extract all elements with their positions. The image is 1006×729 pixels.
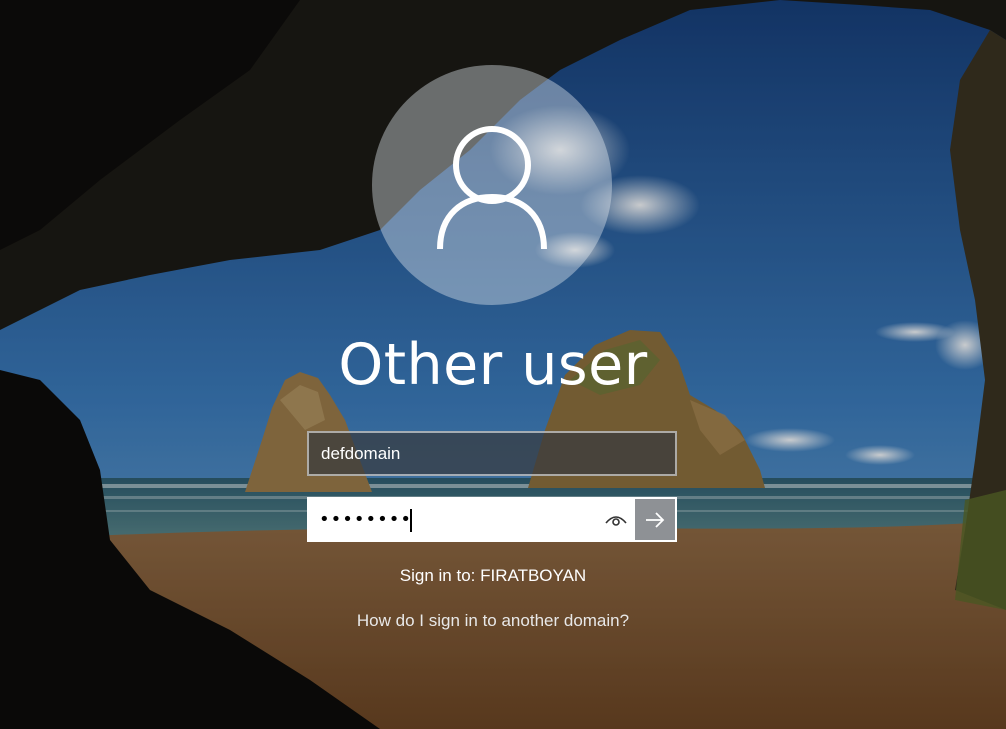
account-name-heading: Other user [338, 332, 648, 398]
password-input-container [309, 499, 635, 540]
password-field-box [307, 497, 677, 542]
reveal-password-button[interactable] [603, 507, 629, 533]
username-field-box [307, 431, 677, 476]
text-caret [410, 509, 412, 532]
other-domain-help-link[interactable]: How do I sign in to another domain? [253, 611, 733, 631]
user-silhouette-icon [437, 126, 547, 250]
password-input[interactable] [309, 499, 599, 540]
username-input[interactable] [309, 433, 675, 474]
submit-button[interactable] [635, 499, 675, 540]
eye-icon [605, 516, 627, 526]
user-avatar [372, 65, 612, 305]
sign-in-domain-label: Sign in to: FIRATBOYAN [399, 566, 587, 585]
arrow-right-icon [646, 511, 665, 528]
